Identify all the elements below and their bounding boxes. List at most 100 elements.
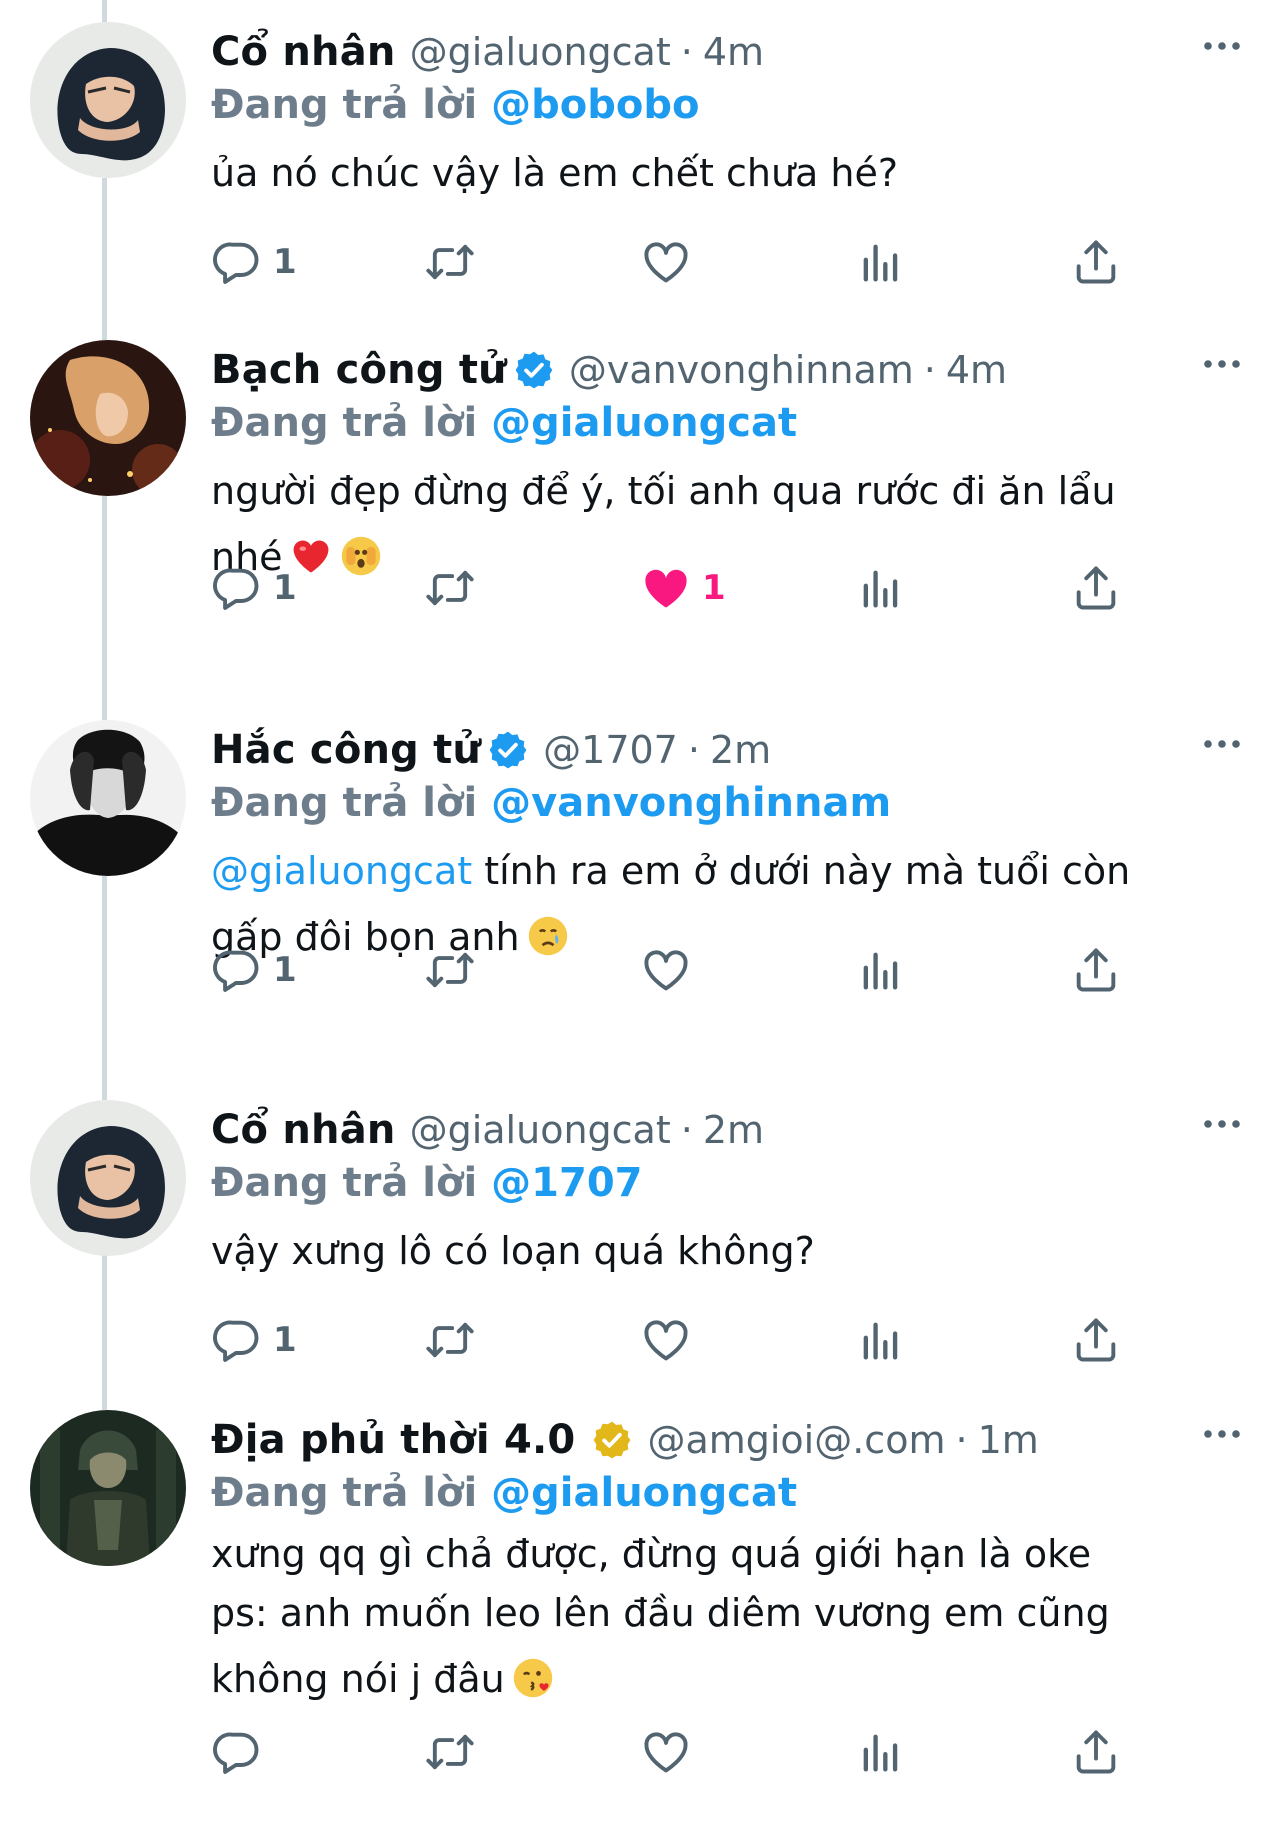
reply-button[interactable]: 1 [211, 940, 297, 1000]
share-button[interactable] [1070, 558, 1122, 618]
like-button[interactable] [640, 940, 692, 1000]
display-name[interactable]: Hắc công tử [211, 727, 481, 773]
tweet-text-line: vậy xưng lô có loạn quá không? [211, 1229, 815, 1273]
tweet-text-line: @gialuongcat tính ra em ở dưới này mà tu… [211, 838, 1201, 904]
views-icon [855, 944, 907, 996]
like-button[interactable]: 1 [640, 558, 726, 618]
tweet-actions: 1 [0, 232, 1284, 292]
heart-icon [640, 944, 692, 996]
replying-to: Đang trả lời @1707 [211, 1160, 642, 1206]
replying-to-mention[interactable]: @1707 [491, 1160, 642, 1206]
avatar-1707[interactable] [30, 720, 186, 876]
reply-button[interactable]: 1 [211, 1310, 297, 1370]
tweet-actions: 1 1 [0, 558, 1284, 618]
tweet-header: Bạch công tử @vanvonghinnam · 4m [211, 344, 1007, 396]
separator-dot: · [680, 1108, 693, 1152]
retweet-button[interactable] [424, 940, 476, 1000]
share-icon [1070, 236, 1122, 288]
like-button[interactable] [640, 1722, 692, 1782]
replying-to-label: Đang trả lời [211, 400, 478, 446]
display-name[interactable]: Bạch công tử [211, 347, 507, 393]
share-button[interactable] [1070, 232, 1122, 292]
more-options-icon[interactable] [1200, 1112, 1244, 1136]
tweet-actions: 1 [0, 1310, 1284, 1370]
avatar-vanvonghinnam[interactable] [30, 340, 186, 496]
retweet-button[interactable] [424, 558, 476, 618]
reply-button[interactable]: 1 [211, 232, 297, 292]
like-button[interactable] [640, 1310, 692, 1370]
timestamp[interactable]: 4m [703, 30, 764, 74]
retweet-button[interactable] [424, 1310, 476, 1370]
tweet[interactable]: Cổ nhân @gialuongcat · 2m Đang trả lời @… [0, 1078, 1284, 1388]
retweet-button[interactable] [424, 232, 476, 292]
avatar-amgioi[interactable] [30, 1410, 186, 1566]
replying-to-mention[interactable]: @vanvonghinnam [491, 780, 891, 826]
reply-icon [211, 1314, 263, 1366]
retweet-button[interactable] [424, 1722, 476, 1782]
avatar-gialuongcat[interactable] [30, 22, 186, 178]
verified-badge-icon [591, 1419, 633, 1461]
views-icon [855, 562, 907, 614]
user-handle[interactable]: @1707 [543, 728, 678, 772]
replying-to: Đang trả lời @gialuongcat [211, 1470, 797, 1516]
timestamp[interactable]: 1m [978, 1418, 1039, 1462]
tweet-text: ủa nó chúc vậy là em chết chưa hé? [211, 140, 1201, 206]
views-button[interactable] [855, 558, 907, 618]
share-button[interactable] [1070, 1722, 1122, 1782]
replying-to: Đang trả lời @bobobo [211, 82, 700, 128]
display-name[interactable]: Cổ nhân [211, 29, 396, 75]
views-button[interactable] [855, 1722, 907, 1782]
tweet[interactable]: Bạch công tử @vanvonghinnam · 4m Đang tr… [0, 318, 1284, 698]
reply-icon [211, 1726, 263, 1778]
user-handle[interactable]: @vanvonghinnam [569, 348, 914, 392]
tweet[interactable]: Địa phủ thời 4.0 @amgioi@.com · 1m Đang … [0, 1388, 1284, 1827]
replying-to: Đang trả lời @gialuongcat [211, 400, 797, 446]
more-options-icon[interactable] [1200, 732, 1244, 756]
timestamp[interactable]: 2m [710, 728, 771, 772]
timestamp[interactable]: 4m [946, 348, 1007, 392]
tweet[interactable]: Cổ nhân @gialuongcat · 4m Đang trả lời @… [0, 0, 1284, 318]
user-handle[interactable]: @amgioi@.com [647, 1418, 945, 1462]
user-handle[interactable]: @gialuongcat [410, 30, 671, 74]
replying-to-mention[interactable]: @gialuongcat [491, 1470, 797, 1516]
timestamp[interactable]: 2m [703, 1108, 764, 1152]
heart-filled-icon [640, 562, 692, 614]
display-name[interactable]: Địa phủ thời 4.0 [211, 1417, 575, 1463]
avatar-gialuongcat[interactable] [30, 1100, 186, 1256]
tweet-text-line: ủa nó chúc vậy là em chết chưa hé? [211, 151, 899, 195]
replying-to: Đang trả lời @vanvonghinnam [211, 780, 891, 826]
share-button[interactable] [1070, 940, 1122, 1000]
share-button[interactable] [1070, 1310, 1122, 1370]
tweet[interactable]: Hắc công tử @1707 · 2m Đang trả lời @van… [0, 698, 1284, 1080]
like-button[interactable] [640, 232, 692, 292]
reply-count: 1 [273, 1320, 297, 1360]
tweet-text-line: xưng qq gì chả được, đừng quá giới hạn l… [211, 1532, 1092, 1576]
replying-to-mention[interactable]: @bobobo [491, 82, 699, 128]
share-icon [1070, 1726, 1122, 1778]
user-handle[interactable]: @gialuongcat [410, 1108, 671, 1152]
separator-dot: · [923, 348, 936, 392]
more-options-icon[interactable] [1200, 1422, 1244, 1446]
views-button[interactable] [855, 1310, 907, 1370]
verified-badge-icon [513, 349, 555, 391]
body-mention-link[interactable]: @gialuongcat [211, 849, 472, 893]
views-button[interactable] [855, 232, 907, 292]
display-name[interactable]: Cổ nhân [211, 1107, 396, 1153]
tweet-header: Địa phủ thời 4.0 @amgioi@.com · 1m [211, 1414, 1039, 1466]
share-icon [1070, 1314, 1122, 1366]
views-button[interactable] [855, 940, 907, 1000]
reply-button[interactable]: 1 [211, 558, 297, 618]
heart-icon [640, 1726, 692, 1778]
tweet-text-line: ps: anh muốn leo lên đầu diêm vương em c… [211, 1591, 1110, 1635]
face-blowing-kiss-emoji [513, 1658, 552, 1698]
tweet-actions: 1 [0, 940, 1284, 1000]
retweet-icon [424, 562, 476, 614]
replying-to-label: Đang trả lời [211, 780, 478, 826]
more-options-icon[interactable] [1200, 34, 1244, 58]
tweet-text-fragment: tính ra em ở dưới này mà tuổi còn [472, 849, 1131, 893]
reply-button[interactable] [211, 1722, 263, 1782]
replying-to-mention[interactable]: @gialuongcat [491, 400, 797, 446]
more-options-icon[interactable] [1200, 352, 1244, 376]
heart-icon [640, 236, 692, 288]
retweet-icon [424, 944, 476, 996]
